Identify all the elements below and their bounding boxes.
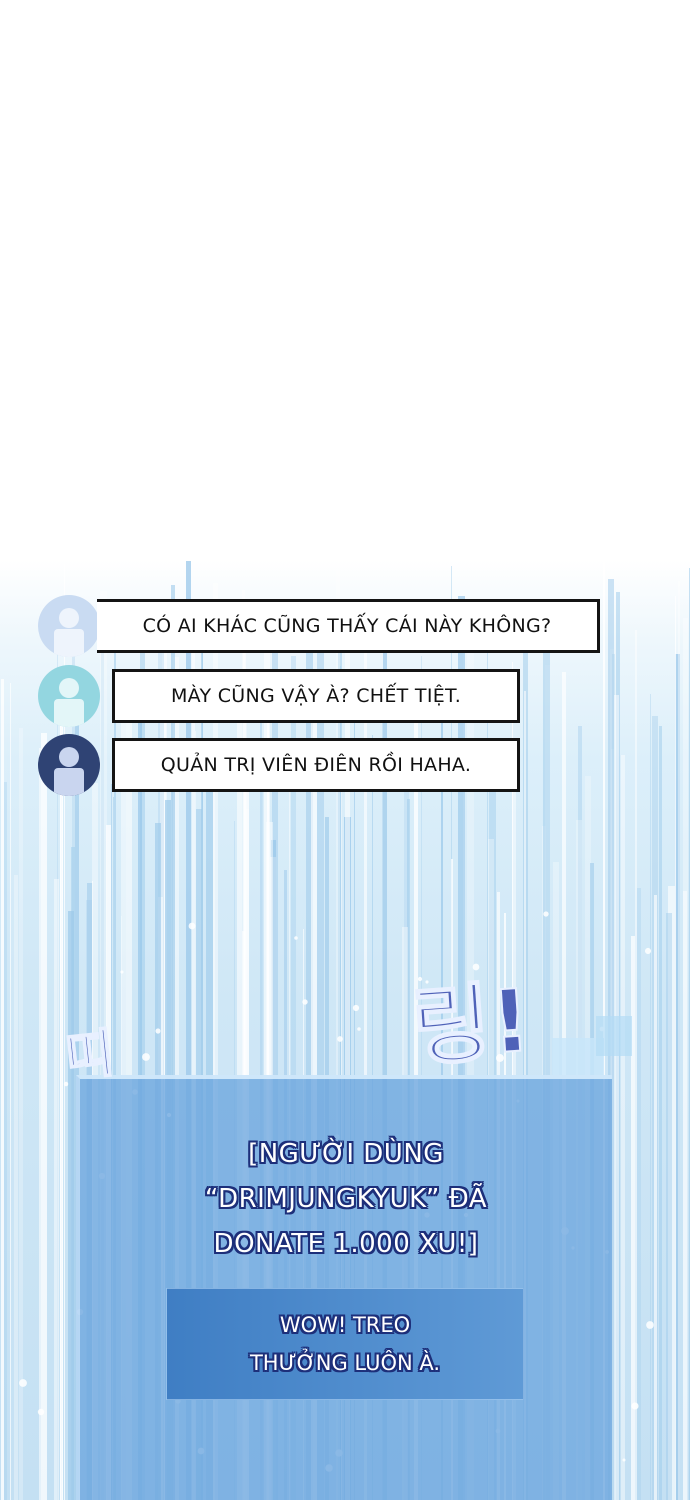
chat-bubble-3: QUẢN TRỊ VIÊN ĐIÊN RỒI HAHA. <box>112 738 520 792</box>
reply-line-2: THƯỞNG LUÔN À. <box>249 1351 441 1375</box>
reply-box: WOW! TREO THƯỞNG LUÔN À. <box>166 1288 524 1400</box>
reply-line-1: WOW! TREO <box>279 1313 411 1337</box>
user-avatar-light-blue-icon <box>38 595 100 657</box>
chat-message-1: CÓ AI KHÁC CŨNG THẤY CÁI NÀY KHÔNG? <box>38 595 600 657</box>
chat-bubble-1: CÓ AI KHÁC CŨNG THẤY CÁI NÀY KHÔNG? <box>97 599 600 653</box>
panel-corner-block <box>596 1016 632 1056</box>
notice-line-2: “DRIMJUNGKYUK” ĐÃ <box>204 1184 488 1214</box>
sound-effect-2: 링! <box>408 970 535 1080</box>
chat-message-2: MÀY CŨNG VẬY À? CHẾT TIỆT. <box>38 665 598 727</box>
chat-bubble-2: MÀY CŨNG VẬY À? CHẾT TIỆT. <box>112 669 520 723</box>
webtoon-panel: CÓ AI KHÁC CŨNG THẤY CÁI NÀY KHÔNG? MÀY … <box>0 0 690 1500</box>
chat-message-3: QUẢN TRỊ VIÊN ĐIÊN RỒI HAHA. <box>38 734 598 796</box>
notice-line-1: [NGƯỜI DÙNG <box>248 1139 444 1169</box>
donation-notice: [NGƯỜI DÙNG “DRIMJUNGKYUK” ĐÃ DONATE 1.0… <box>96 1132 596 1267</box>
sound-effect-1: 띠 <box>62 1023 118 1090</box>
notice-line-3: DONATE 1.000 XU!] <box>213 1229 479 1259</box>
user-avatar-teal-icon <box>38 665 100 727</box>
user-avatar-navy-icon <box>38 734 100 796</box>
